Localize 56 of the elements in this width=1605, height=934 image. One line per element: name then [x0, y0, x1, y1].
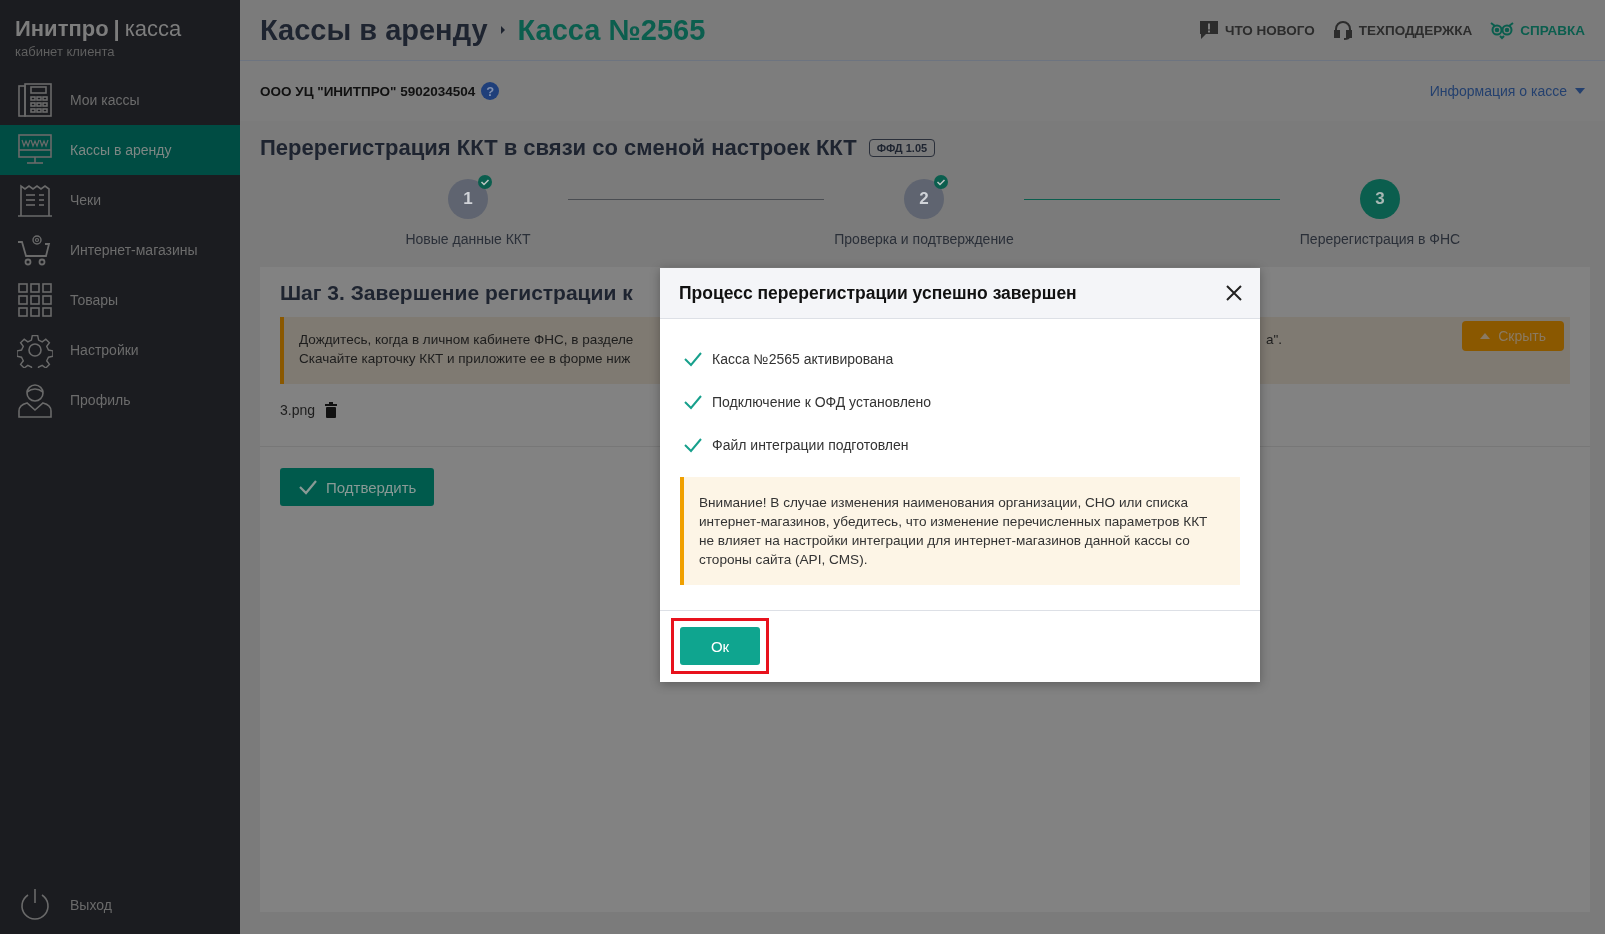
step-label: Новые данные ККТ — [405, 231, 531, 247]
sidebar-item[interactable]: Мои кассы — [0, 75, 240, 125]
trash-icon[interactable] — [325, 402, 338, 418]
sidebar-item[interactable]: Товары — [0, 275, 240, 325]
notice-text: Скачайте карточку ККТ и приложите ее в форме ниж — [299, 350, 632, 368]
chevron-right-icon — [499, 25, 506, 35]
status-text: Касса №2565 активирована — [712, 350, 894, 367]
breadcrumb-link[interactable]: Кассы в аренду — [260, 13, 488, 47]
breadcrumb-current: Касса №2565 — [517, 13, 706, 47]
header-link[interactable]: ЧТО НОВОГО — [1198, 20, 1315, 40]
sidebar-item[interactable]: Кассы в аренду — [0, 125, 240, 175]
logo-subtitle: кабинет клиента — [14, 43, 116, 59]
headset-icon — [1332, 20, 1353, 40]
warning-text: Внимание! В случае изменения наименования организации, СНО или списка интернет-магазинов, убедитесь, что изменение перечисленных параметров ККТ не влияет на настройки интеграции для интернет-магазинов данной кассы со стороны сайта (API, CMS). — [699, 495, 1208, 567]
cart-icon — [17, 232, 53, 268]
status-text: Файл интеграции подготовлен — [712, 436, 909, 453]
info-dropdown[interactable]: Информация о кассе — [1429, 83, 1585, 99]
help-icon[interactable]: ? — [481, 82, 500, 100]
checkmark-icon — [683, 393, 703, 410]
step-circle: 3 — [1360, 179, 1400, 219]
format-badge: ФФД 1.05 — [868, 139, 936, 157]
caret-icon — [1575, 88, 1585, 94]
notice-text: а". — [1266, 331, 1283, 349]
header-link[interactable]: ТЕХПОДДЕРЖКА — [1332, 20, 1473, 40]
step-label: Проверка и подтверждение — [834, 231, 1014, 247]
confirm-button[interactable]: Подтвердить — [280, 468, 435, 506]
organization-name: ООО УЦ "ИНИТПРО" 5902034504 — [260, 83, 476, 99]
logout-link[interactable]: Выход — [0, 880, 240, 930]
logo-separator: | — [113, 16, 120, 42]
cash-register-icon — [17, 82, 53, 118]
sidebar-item[interactable]: Настройки — [0, 325, 240, 375]
header-link[interactable]: СПРАВКА — [1490, 20, 1585, 40]
page-title: Перерегистрация ККТ в связи со сменой настроек ККТ — [260, 135, 857, 161]
checkmark-icon — [683, 350, 703, 367]
dialog-title: Процесс перерегистрации успешно завершен — [679, 282, 1077, 304]
message-alert-icon — [1198, 20, 1219, 40]
sidebar-item[interactable]: Чеки — [0, 175, 240, 225]
settings-icon — [17, 332, 53, 368]
receipt-icon — [17, 182, 53, 218]
person-icon — [17, 382, 53, 418]
owl-icon — [1490, 20, 1515, 40]
checkmark-icon — [683, 436, 703, 453]
sidebar-item[interactable]: Интернет-магазины — [0, 225, 240, 275]
logo-brand: Инитпро — [15, 16, 109, 42]
status-text: Подключение к ОФД установлено — [712, 393, 932, 410]
step-label: Перерегистрация в ФНС — [1299, 231, 1461, 247]
close-icon[interactable] — [1226, 285, 1242, 301]
grid-icon — [17, 282, 53, 318]
notice-text: Дождитесь, когда в личном кабинете ФНС, в разделе — [299, 331, 635, 349]
caret-up-icon — [1480, 333, 1491, 339]
ok-button[interactable]: Ок — [680, 627, 760, 665]
checkmark-icon — [298, 479, 318, 495]
step-heading: Шаг 3. Завершение регистрации к — [280, 281, 633, 305]
logo-product: касса — [124, 16, 182, 42]
sidebar-item[interactable]: Профиль — [0, 375, 240, 425]
file-name: 3.png — [280, 402, 316, 418]
